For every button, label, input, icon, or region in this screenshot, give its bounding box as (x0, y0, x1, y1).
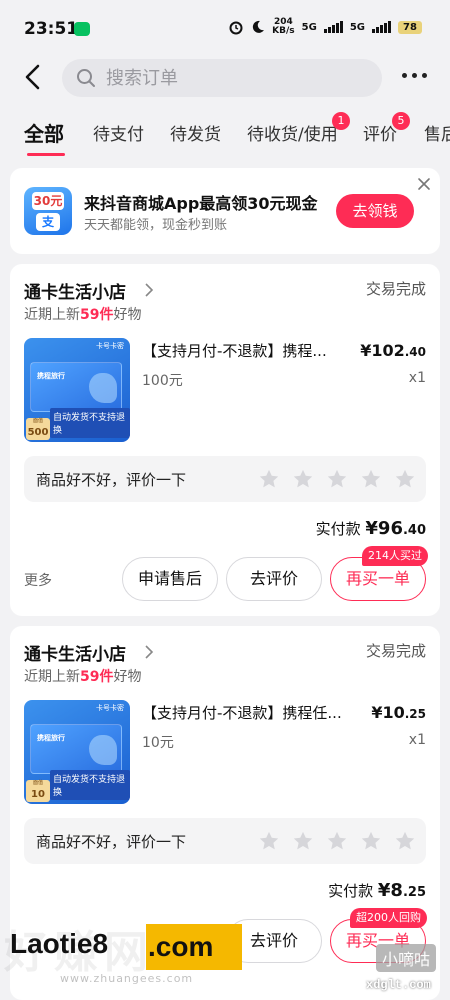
rating-prompt[interactable]: 商品好不好，评价一下 (24, 456, 426, 502)
star-icon[interactable] (394, 468, 416, 490)
signal-label-1: 5G (301, 21, 317, 33)
paid-amount: 实付款 ¥96.40 (315, 518, 426, 539)
product-thumbnail[interactable]: 卡号卡密 携程旅行 面值 500 自动发货不支持退换 (24, 338, 130, 442)
gift-card-image: 携程旅行 (30, 724, 122, 774)
after-sales-button[interactable]: 申请售后 (122, 557, 218, 601)
denomination-badge: 面值 10 (26, 780, 50, 802)
status-icons: 204 KB/s 5G 5G 78 (228, 18, 422, 36)
status-bar: 23:51 204 KB/s 5G 5G 78 (0, 0, 450, 56)
clock: 23:51 (24, 19, 79, 39)
order-tabs: 全部 待支付 待发货 待收货/使用 1 评价 5 售后 (0, 112, 450, 160)
shop-subtitle: 近期上新59件好物 (24, 669, 142, 685)
search-input[interactable] (106, 67, 346, 89)
repurchase-badge: 超200人回购 (350, 908, 427, 928)
alarm-icon (229, 21, 243, 35)
product-spec: 10元 (142, 735, 174, 751)
watermark-logo: 好赚网 Laotie8 .com www.zhuangees.com (0, 916, 248, 990)
product-thumbnail[interactable]: 卡号卡密 携程旅行 面值 10 自动发货不支持退换 (24, 700, 130, 804)
promo-banner[interactable]: 30元 支 来抖音商城App最高领30元现金 天天都能领，现金秒到账 去领钱 (10, 168, 440, 254)
tab-pending-shipment[interactable]: 待发货 (170, 120, 221, 145)
signal-label-2: 5G (349, 21, 365, 33)
back-arrow-icon[interactable] (20, 62, 46, 92)
active-tab-indicator (27, 153, 65, 156)
product-price: ¥102.40 (360, 341, 426, 360)
moon-icon (253, 20, 265, 33)
order-status: 交易完成 (365, 642, 426, 660)
product-price: ¥10.25 (371, 703, 426, 722)
star-icon[interactable] (258, 468, 280, 490)
star-icon[interactable] (360, 830, 382, 852)
product-quantity: x1 (408, 732, 426, 748)
tab-pending-payment[interactable]: 待支付 (93, 120, 144, 145)
net-speed: 204 KB/s (272, 17, 295, 36)
bought-count-badge: 214人买过 (362, 546, 428, 566)
tab-badge-review: 5 (392, 112, 410, 130)
product-title[interactable]: 【支持月付-不退款】携程任... (142, 702, 352, 723)
product-quantity: x1 (408, 370, 426, 386)
review-button[interactable]: 去评价 (226, 557, 322, 601)
rating-prompt[interactable]: 商品好不好，评价一下 (24, 818, 426, 864)
chevron-right-icon[interactable] (143, 644, 155, 660)
more-options-icon[interactable] (402, 73, 427, 78)
tab-after-sales[interactable]: 售后 (424, 120, 450, 145)
promo-subtitle: 天天都能领，现金秒到账 (84, 218, 228, 233)
denomination-badge: 面值 500 (26, 418, 50, 440)
more-link[interactable]: 更多 (24, 570, 52, 590)
product-spec: 100元 (142, 373, 183, 389)
tab-pending-receipt[interactable]: 待收货/使用 (247, 120, 338, 145)
thumbnail-footer: 自动发货不支持退换 (50, 770, 130, 800)
wechat-icon (74, 22, 90, 36)
cash-reward-icon: 30元 支 (24, 187, 72, 235)
thumbnail-footer: 自动发货不支持退换 (50, 408, 130, 438)
signal-icon (323, 21, 343, 33)
dolphin-icon (89, 735, 117, 765)
claim-cash-button[interactable]: 去领钱 (336, 194, 414, 228)
star-rating (258, 468, 416, 490)
chevron-right-icon[interactable] (143, 282, 155, 298)
star-icon[interactable] (326, 468, 348, 490)
star-icon[interactable] (292, 468, 314, 490)
battery-icon: 78 (398, 20, 422, 34)
close-icon[interactable] (416, 176, 432, 192)
star-icon[interactable] (258, 830, 280, 852)
paid-amount: 实付款 ¥8.25 (328, 880, 426, 901)
gift-card-image: 携程旅行 (30, 362, 122, 412)
watermark-badge: 小嘀咕 (376, 944, 437, 972)
product-title[interactable]: 【支持月付-不退款】携程... (142, 340, 352, 361)
search-bar[interactable] (62, 59, 382, 97)
shop-name[interactable]: 通卡生活小店 (24, 640, 126, 665)
star-icon[interactable] (326, 830, 348, 852)
dolphin-icon (89, 373, 117, 403)
shop-name[interactable]: 通卡生活小店 (24, 278, 126, 303)
search-icon (77, 69, 95, 87)
promo-title: 来抖音商城App最高领30元现金 (84, 194, 318, 213)
star-rating (258, 830, 416, 852)
tab-all[interactable]: 全部 (24, 118, 64, 147)
star-icon[interactable] (292, 830, 314, 852)
signal-icon-2 (372, 21, 391, 33)
watermark-url: xdglt.com (366, 978, 431, 992)
tab-badge-receipt: 1 (332, 112, 350, 130)
order-status: 交易完成 (365, 280, 426, 298)
shop-subtitle: 近期上新59件好物 (24, 307, 142, 323)
star-icon[interactable] (360, 468, 382, 490)
star-icon[interactable] (394, 830, 416, 852)
order-card: 通卡生活小店 近期上新59件好物 交易完成 卡号卡密 携程旅行 面值 500 自动… (10, 264, 440, 616)
